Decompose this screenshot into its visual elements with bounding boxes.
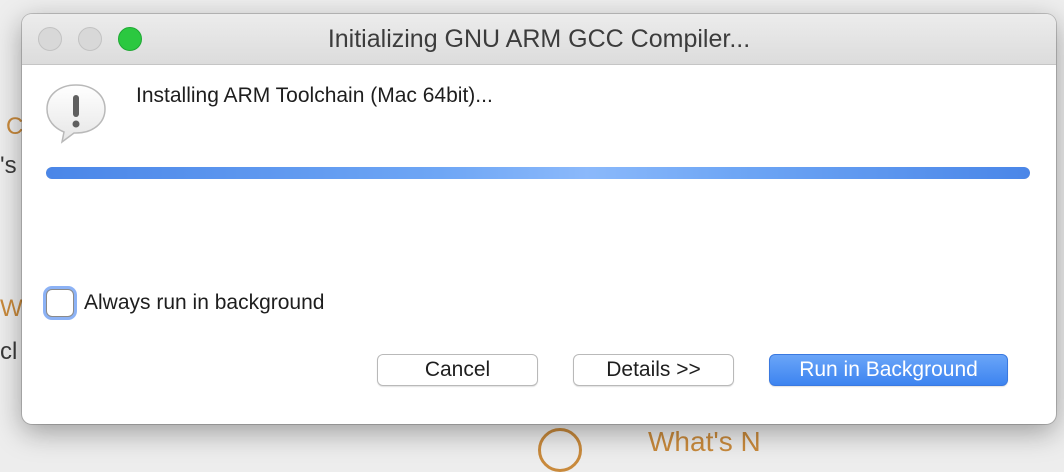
status-message: Installing ARM Toolchain (Mac 64bit)... (136, 84, 493, 107)
run-in-background-button[interactable]: Run in Background (769, 354, 1008, 386)
background-circle-icon (538, 428, 582, 472)
window-title: Initializing GNU ARM GCC Compiler... (327, 25, 751, 53)
background-text-fragment: 's (0, 152, 17, 179)
progress-bar (46, 167, 1030, 179)
background-heading-fragment: W (0, 295, 23, 322)
background-heading-fragment: C (6, 113, 24, 140)
background-link-fragment: What's N (648, 426, 761, 457)
cancel-button[interactable]: Cancel (377, 354, 538, 386)
progress-bar-fill (46, 167, 1030, 179)
always-run-background-checkbox[interactable] (46, 289, 74, 317)
details-button[interactable]: Details >> (573, 354, 734, 386)
title-bar: Initializing GNU ARM GCC Compiler... (22, 14, 1056, 65)
progress-dialog: Initializing GNU ARM GCC Compiler... Ins… (22, 14, 1056, 424)
alert-caution-icon (46, 84, 106, 144)
background-text-fragment: cl (0, 338, 18, 365)
always-run-background-label[interactable]: Always run in background (84, 291, 324, 315)
